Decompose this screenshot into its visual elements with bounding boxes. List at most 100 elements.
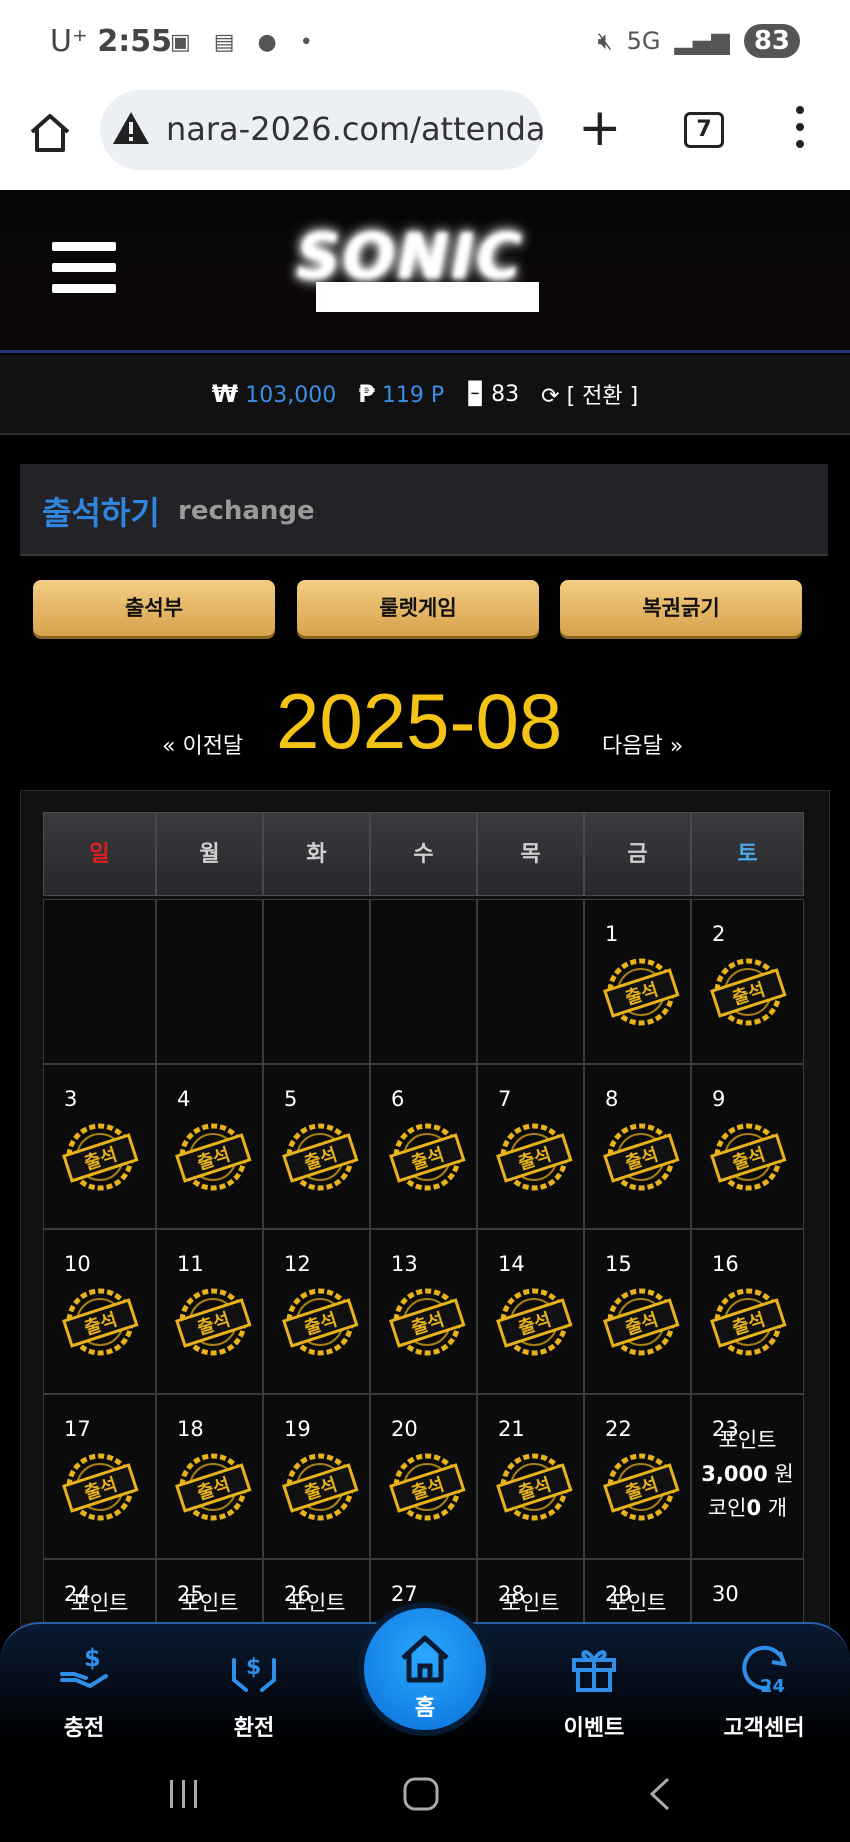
- menu-icon[interactable]: [52, 242, 116, 305]
- attendance-book-button[interactable]: 출석부: [33, 580, 275, 636]
- attendance-stamp-icon: 출석: [603, 1123, 680, 1191]
- svg-text:$: $: [84, 1644, 101, 1672]
- coin-balance: 🁢︎ 83: [466, 381, 520, 407]
- bottom-nav: $ 충전 $ 환전 홈 이벤트 24 고객센터: [0, 1602, 850, 1744]
- calendar-empty-cell: [477, 899, 584, 1064]
- calendar-day-9[interactable]: 9 출석: [691, 1064, 804, 1229]
- attendance-stamp-icon: 출석: [282, 1288, 359, 1356]
- calendar-day-23[interactable]: 포인트 3,000 원 코인0 개 23: [691, 1394, 804, 1559]
- url-text[interactable]: nara-2026.com/attendar: [166, 110, 543, 148]
- day-number: 14: [498, 1252, 525, 1276]
- day-number: 23: [712, 1417, 739, 1441]
- attendance-stamp-icon: 출석: [389, 1453, 466, 1521]
- attendance-stamp-icon: 출석: [389, 1123, 466, 1191]
- calendar-day-22[interactable]: 22 출석: [584, 1394, 691, 1559]
- notification-icons: ▣ ▤ ● •: [170, 30, 321, 55]
- current-month: 2025-08: [276, 677, 563, 765]
- cash-balance: ₩ 103,000: [211, 380, 337, 408]
- calendar-day-17[interactable]: 17 출석: [43, 1394, 156, 1559]
- attendance-stamp-icon: 출석: [62, 1288, 139, 1356]
- day-number: 16: [712, 1252, 739, 1276]
- nav-exchange-label: 환전: [233, 1716, 275, 1741]
- attendance-stamp-icon: 출석: [175, 1123, 252, 1191]
- browser-home-icon[interactable]: [28, 110, 72, 154]
- browser-toolbar: nara-2026.com/attendar + 7: [0, 90, 850, 190]
- calendar-day-12[interactable]: 12 출석: [263, 1229, 370, 1394]
- attendance-stamp-icon: 출석: [710, 1123, 787, 1191]
- weekday-3: 수: [370, 812, 477, 896]
- back-icon[interactable]: [646, 1776, 676, 1812]
- tab-count-button[interactable]: 7: [684, 112, 724, 148]
- balance-bar: ₩ 103,000 ₱ 119 P 🁢︎ 83 ⟳ [ 전환 ]: [0, 355, 850, 435]
- day-number: 13: [391, 1252, 418, 1276]
- status-bar: U⁺ 2:55 ▣ ▤ ● • 🔇︎ 5G ▂▄▆ 83: [0, 0, 850, 90]
- coin-icon: 🁢︎: [466, 381, 485, 407]
- home-system-icon[interactable]: [402, 1776, 442, 1812]
- roulette-game-button[interactable]: 룰렛게임: [297, 580, 539, 636]
- nav-event[interactable]: 이벤트: [534, 1640, 654, 1742]
- calendar-day-20[interactable]: 20 출석: [370, 1394, 477, 1559]
- calendar-day-7[interactable]: 7 출석: [477, 1064, 584, 1229]
- recent-apps-icon[interactable]: [166, 1776, 202, 1812]
- day-number: 9: [712, 1087, 726, 1111]
- calendar-day-6[interactable]: 6 출석: [370, 1064, 477, 1229]
- calendar-day-1[interactable]: 1 출석: [584, 899, 691, 1064]
- attendance-stamp-icon: 출석: [603, 1288, 680, 1356]
- lottery-scratch-button[interactable]: 복권긁기: [560, 580, 802, 636]
- day-number: 12: [284, 1252, 311, 1276]
- attendance-stamp-icon: 출석: [282, 1453, 359, 1521]
- calendar-day-10[interactable]: 10 출석: [43, 1229, 156, 1394]
- day-number: 15: [605, 1252, 632, 1276]
- status-right: 🔇︎ 5G ▂▄▆ 83: [597, 24, 800, 58]
- nav-event-label: 이벤트: [563, 1716, 625, 1741]
- nav-exchange[interactable]: $ 환전: [194, 1640, 314, 1742]
- calendar-day-4[interactable]: 4 출석: [156, 1064, 263, 1229]
- calendar-day-15[interactable]: 15 출석: [584, 1229, 691, 1394]
- attendance-stamp-icon: 출석: [710, 1288, 787, 1356]
- calendar-empty-cell: [156, 899, 263, 1064]
- browser-menu-icon[interactable]: [796, 106, 804, 157]
- weekday-1: 월: [156, 812, 263, 896]
- svg-text:$: $: [246, 1655, 261, 1680]
- day-point-label: 포인트: [287, 1591, 346, 1615]
- weekday-6: 토: [691, 812, 804, 896]
- day-number: 20: [391, 1417, 418, 1441]
- status-time: U⁺ 2:55: [50, 24, 172, 59]
- day-point-label: 포인트: [501, 1591, 560, 1615]
- calendar-day-19[interactable]: 19 출석: [263, 1394, 370, 1559]
- day-number: 1: [605, 922, 619, 946]
- prev-month-link[interactable]: « 이전달: [162, 728, 243, 760]
- day-number: 21: [498, 1417, 525, 1441]
- weekday-2: 화: [263, 812, 370, 896]
- nav-support[interactable]: 24 고객센터: [704, 1640, 824, 1742]
- calendar-day-5[interactable]: 5 출석: [263, 1064, 370, 1229]
- day-number: 4: [177, 1087, 191, 1111]
- battery-icon: 83: [743, 24, 800, 58]
- calendar-day-21[interactable]: 21 출석: [477, 1394, 584, 1559]
- calendar-day-3[interactable]: 3 출석: [43, 1064, 156, 1229]
- attendance-stamp-icon: 출석: [282, 1123, 359, 1191]
- calendar-day-11[interactable]: 11 출석: [156, 1229, 263, 1394]
- calendar-day-14[interactable]: 14 출석: [477, 1229, 584, 1394]
- calendar-day-13[interactable]: 13 출석: [370, 1229, 477, 1394]
- exchange-icon: $: [232, 1655, 276, 1692]
- attendance-stamp-icon: 출석: [496, 1123, 573, 1191]
- address-bar[interactable]: nara-2026.com/attendar: [100, 90, 543, 170]
- calendar-day-18[interactable]: 18 출석: [156, 1394, 263, 1559]
- calendar-day-16[interactable]: 16 출석: [691, 1229, 804, 1394]
- day-number: 22: [605, 1417, 632, 1441]
- support-24-icon: 24: [742, 1645, 787, 1697]
- nav-charge[interactable]: $ 충전: [24, 1640, 144, 1742]
- nav-home[interactable]: 홈: [358, 1602, 492, 1736]
- switch-button[interactable]: ⟳ [ 전환 ]: [541, 378, 638, 410]
- attendance-stamp-icon: 출석: [496, 1288, 573, 1356]
- next-month-link[interactable]: 다음달 »: [602, 728, 683, 760]
- new-tab-icon[interactable]: +: [578, 98, 622, 158]
- weekday-0: 일: [43, 812, 156, 896]
- nav-charge-label: 충전: [63, 1716, 105, 1741]
- attendance-stamp-icon: 출석: [603, 958, 680, 1026]
- day-number: 10: [64, 1252, 91, 1276]
- not-secure-warning-icon[interactable]: [112, 110, 150, 146]
- calendar-day-8[interactable]: 8 출석: [584, 1064, 691, 1229]
- calendar-day-2[interactable]: 2 출석: [691, 899, 804, 1064]
